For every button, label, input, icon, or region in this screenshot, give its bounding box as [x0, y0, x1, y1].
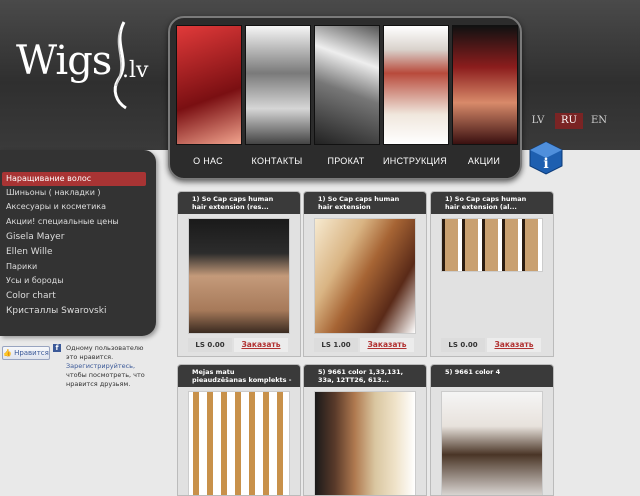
fb-line: нравится друзьям. [66, 380, 131, 388]
sidebar-item-color-chart[interactable]: Color chart [6, 289, 146, 303]
nav-contacts[interactable]: КОНТАКТЫ [245, 156, 309, 174]
product-card[interactable]: 1) So Cap caps human hair extension LS 1… [303, 191, 427, 357]
product-title: Mejas matu pieaudzēšanas komplekts - [178, 365, 300, 387]
nav-instruction[interactable]: ИНСТРУКЦИЯ [383, 156, 447, 174]
order-link[interactable]: Заказать [487, 338, 541, 352]
nav-rental[interactable]: ПРОКАТ [314, 156, 378, 174]
product-title: 1) So Cap caps human hair extension [304, 192, 426, 214]
product-image-hair-bundles[interactable] [314, 218, 416, 334]
product-card[interactable]: 5) 9661 color 1,33,131, 33a, 12TT26, 613… [303, 364, 427, 496]
gallery-photo-red-hair [176, 25, 242, 145]
product-title: 5) 9661 color 1,33,131, 33a, 12TT26, 613… [304, 365, 426, 387]
product-card[interactable]: 5) 9661 color 4 [430, 364, 554, 496]
category-sidebar: Наращивание волос Шиньоны ( накладки ) А… [0, 150, 156, 336]
product-card[interactable]: 1) So Cap caps human hair extension (al.… [430, 191, 554, 357]
gallery-photo-dark-red-hair [452, 25, 518, 145]
product-image-braid[interactable] [441, 391, 543, 495]
thumbs-up-icon: 👍 [3, 349, 12, 357]
sidebar-item-hairpieces[interactable]: Шиньоны ( накладки ) [6, 186, 146, 200]
facebook-like-text: Одному пользователю это нравится. Зареги… [66, 344, 146, 389]
lang-ru[interactable]: RU [555, 113, 583, 129]
logo-wordmark: Wigs [16, 38, 112, 84]
product-image-man[interactable] [188, 218, 290, 334]
sidebar-item-accessories[interactable]: Аксесуары и косметика [6, 200, 146, 214]
gallery-photo-red-bob [383, 25, 449, 145]
sidebar-item-swarovski[interactable]: Кристаллы Swarovski [6, 304, 146, 318]
logo-domain: .lv [122, 58, 149, 83]
product-image-hair-grid[interactable] [441, 218, 543, 272]
product-card[interactable]: 1) So Cap caps human hair extension (res… [177, 191, 301, 357]
nav-about[interactable]: О НАС [176, 156, 240, 174]
product-price: LS 0.00 [441, 338, 485, 352]
sidebar-item-special-prices[interactable]: Акции! специальные цены [6, 215, 146, 229]
lang-en[interactable]: EN [585, 113, 613, 129]
order-link[interactable]: Заказать [360, 338, 414, 352]
product-title: 5) 9661 color 4 [431, 365, 553, 387]
lang-lv[interactable]: LV [524, 113, 552, 129]
product-image-color-strands[interactable] [314, 391, 416, 495]
fb-register-link[interactable]: Зарегистрируйтесь, [66, 362, 146, 371]
product-price: LS 0.00 [188, 338, 232, 352]
fb-line: чтобы посмотреть, что [66, 371, 145, 379]
svg-text:i: i [543, 156, 548, 172]
gallery-photo-bw-face [245, 25, 311, 145]
product-title: 1) So Cap caps human hair extension (al.… [431, 192, 553, 214]
sidebar-item-wigs[interactable]: Парики [6, 260, 146, 274]
sidebar-item-hair-extensions[interactable]: Наращивание волос [2, 172, 146, 186]
header-gallery: О НАС КОНТАКТЫ ПРОКАТ ИНСТРУКЦИЯ АКЦИИ [168, 16, 522, 180]
order-link[interactable]: Заказать [234, 338, 288, 352]
facebook-like-button[interactable]: 👍 Нравится [2, 346, 50, 360]
fb-line: это нравится. [66, 353, 114, 361]
sidebar-item-ellen-wille[interactable]: Ellen Wille [6, 245, 146, 259]
sidebar-item-gisela-mayer[interactable]: Gisela Mayer [6, 230, 146, 244]
like-label: Нравится [14, 349, 49, 357]
product-title: 1) So Cap caps human hair extension (res… [178, 192, 300, 214]
facebook-icon: f [53, 344, 61, 352]
product-image-clip-ins[interactable] [188, 391, 290, 495]
logo[interactable]: Wigs .lv [10, 20, 160, 110]
fb-line: Одному пользователю [66, 344, 144, 352]
nav-promotions[interactable]: АКЦИИ [452, 156, 516, 174]
info-cube-icon[interactable]: i [528, 140, 564, 176]
sidebar-item-beards[interactable]: Усы и бороды [6, 274, 146, 288]
gallery-photo-motion-hair [314, 25, 380, 145]
product-card[interactable]: Mejas matu pieaudzēšanas komplekts - [177, 364, 301, 496]
product-price: LS 1.00 [314, 338, 358, 352]
